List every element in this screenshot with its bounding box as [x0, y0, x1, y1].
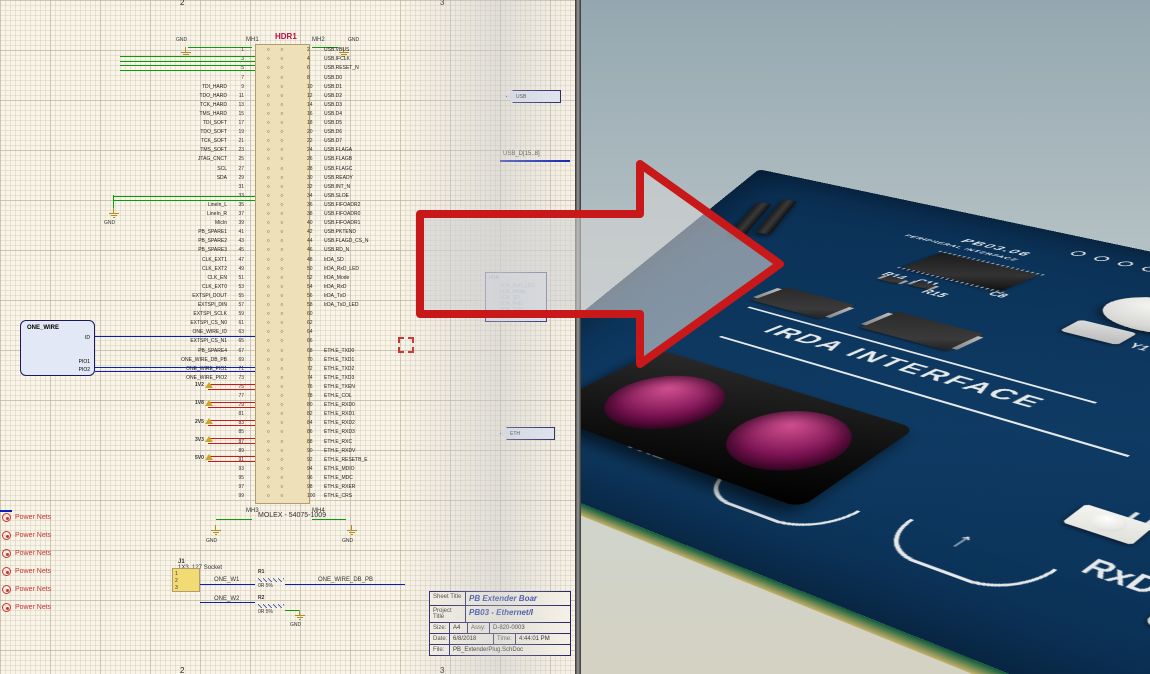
port-usb[interactable]: USB [506, 90, 561, 103]
pin-row[interactable]: LineIn_R37○ ○38USB.FIFOADR0 [135, 212, 430, 217]
silk-rxd: RxD [1072, 554, 1150, 601]
gnd-icon [294, 610, 306, 620]
pin-row[interactable]: LineIn_L35○ ○36USB.FIFOADR2 [135, 203, 430, 208]
pin-row[interactable]: CLK_EXT147○ ○48IrDA_SD [135, 257, 430, 262]
pin-row[interactable]: PB_SPARE345○ ○46USB.RD_N [135, 248, 430, 253]
pin-row[interactable]: TDI_HARD9○ ○10USB.D1 [135, 84, 430, 89]
one-wire-port[interactable]: ONE_WIRE ID PIO1 PIO2 [20, 320, 95, 376]
silk-y1: Y1 [1125, 342, 1150, 352]
connector-block [1144, 431, 1150, 674]
pin-row[interactable]: EXTSPI_SCLK59○ ○60 [135, 312, 430, 317]
pin-row[interactable]: 1○ ○2USB.VBUS [135, 48, 430, 53]
pin-row[interactable]: ONE_WIRE_DB_PB69○ ○70ETH.E_TXD1 [135, 357, 430, 362]
ruler-top-2: 2 [180, 0, 184, 7]
pin-row[interactable]: MicIn39○ ○40USB.FIFOADR1 [135, 221, 430, 226]
mh3: MH3 [246, 508, 259, 514]
pin-row[interactable]: TMS_HARD15○ ○16USB.D4 [135, 112, 430, 117]
pin-row[interactable]: TDI_SOFT17○ ○18USB.D5 [135, 121, 430, 126]
ow1-label: ONE_W1 [214, 577, 239, 583]
pin-row[interactable]: PB_SPARE467○ ○68ETH.E_TXD0 [135, 348, 430, 353]
ruler-top-3: 3 [440, 0, 444, 7]
pin-row[interactable]: ONE_WIRE_ID63○ ○64 [135, 330, 430, 335]
pin-row[interactable]: 85○ ○86ETH.E_RXD3 [135, 430, 430, 435]
hdr-designator[interactable]: HDR1 [275, 32, 297, 41]
pin-row[interactable]: ONE_WIRE_PIO273○ ○74ETH.E_TXD3 [135, 376, 430, 381]
ruler-bot-3: 3 [440, 666, 444, 674]
crosslink-arrow-icon [410, 154, 790, 374]
gnd-icon [210, 525, 222, 535]
port-eth[interactable]: ETH [500, 427, 555, 440]
pin-row[interactable]: TCK_SOFT21○ ○22USB.D7 [135, 139, 430, 144]
pin-row[interactable]: 81○ ○82ETH.E_RXD1 [135, 412, 430, 417]
mh2: MH2 [312, 37, 325, 43]
ruler-bot-2: 2 [180, 666, 184, 674]
pin-row[interactable]: TCK_HARD13○ ○14USB.D3 [135, 103, 430, 108]
silk-r15: R15 [918, 288, 952, 299]
pin-row[interactable]: TMS_SOFT23○ ○24USB.FLAGA [135, 148, 430, 153]
pin-row[interactable]: 91○ ○92ETH.E_RESETB_E [135, 458, 430, 463]
molex-label: MOLEX - 54075-1009 [258, 512, 326, 519]
pin-row[interactable]: CLK_EXT249○ ○50IrDA_RxD_LED [135, 266, 430, 271]
r2[interactable]: R20R 5% [258, 601, 284, 606]
pin-row[interactable]: 79○ ○80ETH.E_RXD0 [135, 403, 430, 408]
pin-row[interactable]: EXTSPI_DOUT55○ ○56IrDA_TxD [135, 294, 430, 299]
pin-row[interactable]: JTAG_CNCT25○ ○26USB.FLAGB [135, 157, 430, 162]
led-smd [1062, 504, 1150, 545]
pin-row[interactable]: SDA29○ ○30USB.READY [135, 175, 430, 180]
gnd-icon [108, 208, 120, 218]
title-block: Sheet Title PB Extender Boar Project Tit… [429, 591, 571, 656]
pin-row[interactable]: 75○ ○76ETH.E_TXEN [135, 385, 430, 390]
pin-row[interactable]: CLK_EN51○ ○52IrDA_Mode [135, 276, 430, 281]
gnd-lbl-tr: GND [348, 37, 359, 43]
pin-row[interactable]: EXTSPI_DIN57○ ○58IrDA_TxD_LED [135, 303, 430, 308]
pin-row[interactable]: PB_SPARE243○ ○44USB.FLAGD_CS_N [135, 239, 430, 244]
pin-row[interactable]: TDO_SOFT19○ ○20USB.D6 [135, 130, 430, 135]
gnd-lbl-tl: GND [176, 37, 187, 43]
pin-row[interactable]: 7○ ○8USB.D0 [135, 75, 430, 80]
pin-row[interactable]: 93○ ○94ETH.E_MDIO [135, 467, 430, 472]
power-nets-list[interactable]: Power Nets Power Nets Power Nets Power N… [2, 504, 51, 621]
j1-socket[interactable]: 1 2 3 [172, 568, 200, 592]
pin-row[interactable]: 77○ ○78ETH.E_COL [135, 394, 430, 399]
pin-row[interactable]: 87○ ○88ETH.E_RXC [135, 439, 430, 444]
pin-row[interactable]: 89○ ○90ETH.E_RXDV [135, 448, 430, 453]
pin-row[interactable]: 31○ ○32USB.INT_N [135, 185, 430, 190]
owdb-label: ONE_WIRE_DB_PB [318, 577, 373, 583]
pin-row[interactable]: SCL27○ ○28USB.FLAGC [135, 166, 430, 171]
pin-row[interactable]: PB_SPARE141○ ○42USB.PKTEND [135, 230, 430, 235]
pin-row[interactable]: TDO_HARD11○ ○12USB.D2 [135, 94, 430, 99]
pin-row[interactable]: 95○ ○96ETH.E_MDC [135, 476, 430, 481]
pin-row[interactable]: CLK_EXT053○ ○54IrDA_RxD [135, 285, 430, 290]
pin-row[interactable]: 99○ ○100ETH.E_CRS [135, 494, 430, 499]
pin-row[interactable]: EXTSPI_CS_N165○ ○66 [135, 339, 430, 344]
mh1: MH1 [246, 37, 259, 43]
pin-row[interactable]: 83○ ○84ETH.E_RXD2 [135, 421, 430, 426]
pin-row[interactable]: EXTSPI_CS_N061○ ○62 [135, 321, 430, 326]
r1[interactable]: R10R 5% [258, 575, 284, 580]
pin-row[interactable]: 97○ ○98ETH.E_RXER [135, 485, 430, 490]
gnd-icon [346, 525, 358, 535]
